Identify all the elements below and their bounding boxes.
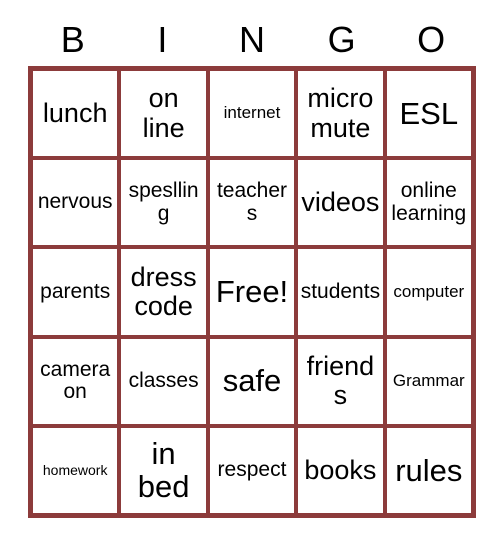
bingo-cell[interactable]: dress code (121, 249, 206, 335)
bingo-cell[interactable]: Grammar (386, 338, 471, 424)
bingo-cell-label: computer (393, 281, 465, 301)
bingo-cell-label: Free! (215, 274, 289, 310)
bingo-cell[interactable]: videos (298, 160, 383, 246)
bingo-cell[interactable]: Free! (209, 249, 295, 335)
bingo-cell-label: on line (142, 83, 185, 143)
bingo-cell-label: internet (223, 103, 281, 123)
bingo-cell-label: nervous (37, 190, 113, 214)
bingo-cell[interactable]: computer (386, 249, 471, 335)
bingo-cell-label: micro mute (307, 83, 374, 143)
bingo-cell-label: respect (217, 458, 287, 482)
bingo-cell[interactable]: students (298, 249, 383, 335)
bingo-cell[interactable]: parents (33, 249, 118, 335)
bingo-cell[interactable]: camera on (33, 338, 118, 424)
bingo-cell-label: dress code (130, 261, 197, 321)
bingo-header-letter-n: N (238, 19, 265, 60)
bingo-header-letter-b: B (60, 19, 85, 60)
bingo-cell-label: classes (128, 368, 199, 392)
bingo-cell[interactable]: nervous (33, 160, 118, 246)
bingo-cell-label: Grammar (392, 371, 465, 391)
bingo-cell[interactable]: classes (121, 338, 206, 424)
bingo-cell[interactable]: books (298, 427, 383, 513)
bingo-card: B I N G O lunch on line internet micro mute… (0, 0, 502, 544)
bingo-cell-label: parents (40, 279, 111, 303)
bingo-cell-label: books (304, 454, 377, 485)
bingo-cell-label: lunch (42, 98, 108, 129)
bingo-cell[interactable]: micro mute (298, 71, 383, 157)
bingo-cell-label: friends (306, 351, 375, 411)
bingo-cell[interactable]: ESL (386, 71, 471, 157)
bingo-cell[interactable]: safe (209, 338, 295, 424)
bingo-cell[interactable]: internet (209, 71, 295, 157)
bingo-cell-label: in bed (137, 435, 190, 505)
bingo-cell[interactable]: homework (33, 427, 118, 513)
bingo-cell[interactable]: in bed (121, 427, 206, 513)
bingo-header-letter-i: I (157, 19, 168, 60)
bingo-cell-label: online learning (391, 179, 467, 225)
bingo-cell[interactable]: rules (386, 427, 471, 513)
bingo-cell[interactable]: speslling (121, 160, 206, 246)
bingo-cell-label: safe (222, 363, 282, 399)
bingo-cell-label: camera on (40, 357, 111, 404)
bingo-cell[interactable]: on line (121, 71, 206, 157)
bingo-cell[interactable]: teachers (209, 160, 295, 246)
bingo-cell-label: ESL (399, 95, 459, 131)
bingo-header-row: B I N G O (28, 16, 476, 64)
bingo-cell-label: teachers (216, 179, 288, 225)
bingo-cell-label: rules (395, 452, 463, 488)
bingo-cell-label: speslling (128, 179, 199, 225)
bingo-cell[interactable]: online learning (386, 160, 471, 246)
bingo-grid: lunch on line internet micro mute ESL nervous… (28, 66, 476, 518)
bingo-cell-label: students (300, 279, 381, 303)
bingo-header-letter-o: O (417, 19, 446, 60)
bingo-cell[interactable]: friends (298, 338, 383, 424)
bingo-cell-label: videos (301, 187, 380, 218)
bingo-cell[interactable]: lunch (33, 71, 118, 157)
bingo-cell[interactable]: respect (209, 427, 295, 513)
bingo-header-letter-g: G (327, 19, 356, 60)
bingo-cell-label: homework (42, 461, 108, 478)
